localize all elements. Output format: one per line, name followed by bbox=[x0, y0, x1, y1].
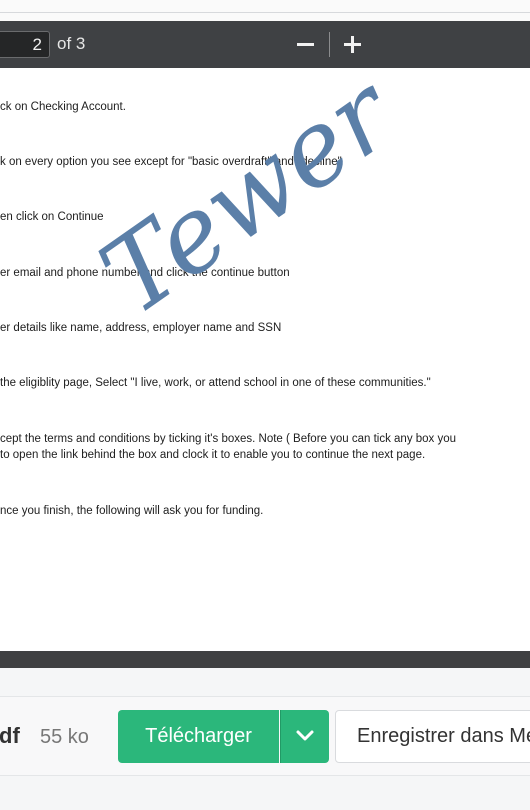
save-to-mega-button[interactable]: Enregistrer dans Mega bbox=[335, 710, 530, 763]
pdf-viewer: 2 of 3 ck on Checking Account. k on ever… bbox=[0, 21, 530, 668]
plus-icon[interactable] bbox=[341, 30, 365, 58]
file-extension: df bbox=[0, 723, 20, 748]
watermark-text: Tewer bbox=[79, 68, 418, 338]
top-edge-divider bbox=[0, 12, 530, 13]
minus-icon[interactable] bbox=[294, 30, 318, 58]
download-button[interactable]: Télécharger bbox=[118, 710, 279, 763]
file-size: 55 ko bbox=[40, 726, 89, 748]
pdf-page: ck on Checking Account. k on every optio… bbox=[0, 68, 530, 651]
browser-top-strip bbox=[0, 0, 530, 21]
chevron-down-icon bbox=[296, 730, 314, 741]
watermark: Tewer bbox=[79, 68, 418, 338]
download-bar: df 55 ko Télécharger Enregistrer dans Me… bbox=[0, 696, 530, 776]
page-number-input[interactable]: 2 bbox=[0, 31, 50, 58]
toolbar-divider bbox=[329, 32, 330, 57]
pdf-toolbar: 2 of 3 bbox=[0, 21, 530, 68]
page-total-label: of 3 bbox=[57, 34, 86, 53]
download-options-button[interactable] bbox=[280, 710, 329, 763]
